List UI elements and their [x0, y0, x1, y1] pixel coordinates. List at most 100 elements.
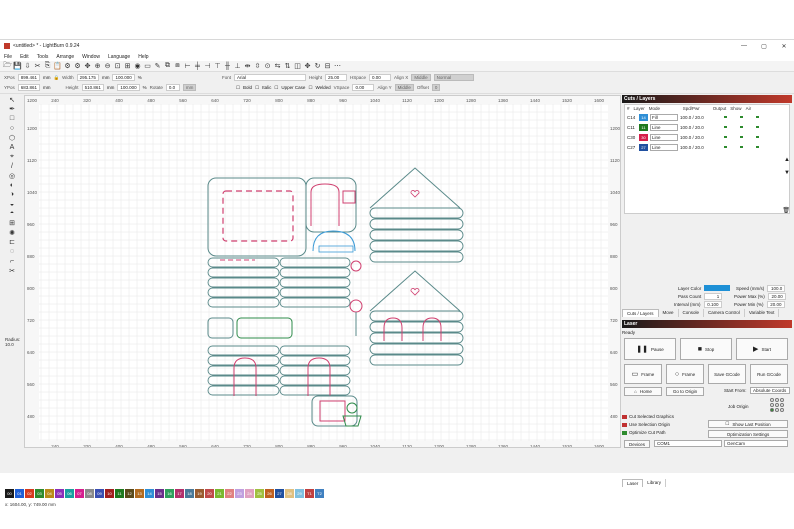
start-from-select[interactable]: Absolute Coords — [750, 387, 790, 394]
layer-show-toggle[interactable] — [739, 115, 744, 119]
job-origin-grid[interactable] — [770, 398, 784, 412]
layer-air-toggle[interactable] — [755, 135, 760, 139]
layer-mode-select[interactable]: Fill — [650, 113, 678, 121]
hspace-field[interactable]: 0.00 — [369, 74, 392, 81]
frame-rect-button[interactable]: ▭ Frame — [624, 364, 662, 384]
layer-color-chip[interactable]: 27 — [639, 143, 648, 151]
italic-checkbox[interactable]: ☐ — [255, 85, 259, 91]
nudge-icon[interactable]: ⋯ — [333, 62, 342, 71]
palette-swatch-28[interactable]: 28 — [285, 489, 294, 498]
maximize-button[interactable]: ▢ — [754, 43, 774, 50]
width-percent-field[interactable]: 100.000 — [112, 74, 135, 81]
corner-icon[interactable]: ⌐ — [7, 257, 17, 266]
settings-icon[interactable]: ⚙ — [63, 62, 72, 71]
layer-color-swatch[interactable] — [704, 285, 731, 291]
down-arrow-icon[interactable]: ▼ — [784, 170, 790, 176]
layer-output-toggle[interactable] — [723, 135, 728, 139]
origin-radio[interactable] — [770, 408, 774, 412]
palette-swatch-11[interactable]: 11 — [115, 489, 124, 498]
home-button[interactable]: ⌂ Home — [624, 387, 662, 396]
cut-icon[interactable]: ✂ — [33, 62, 42, 71]
import-icon[interactable]: ⇩ — [23, 62, 32, 71]
rotate-field[interactable]: 0.0 — [165, 84, 180, 91]
target-icon[interactable]: ⊙ — [263, 62, 272, 71]
close-button[interactable]: ✕ — [774, 43, 794, 50]
layer-mode-select[interactable]: Line — [650, 133, 678, 141]
ungroup-icon[interactable]: ⧈ — [173, 62, 182, 71]
use-selection-origin-checkbox[interactable] — [622, 422, 627, 427]
stop-button[interactable]: ■ Stop — [680, 338, 732, 360]
palette-swatch-19[interactable]: 19 — [195, 489, 204, 498]
menu-arrange[interactable]: Arrange — [56, 54, 74, 60]
layer-air-toggle[interactable] — [755, 125, 760, 129]
up-arrow-icon[interactable]: ▲ — [784, 157, 790, 163]
layer-output-toggle[interactable] — [723, 145, 728, 149]
cut-selected-checkbox[interactable] — [622, 414, 627, 419]
offset-field[interactable]: 0 — [431, 84, 441, 91]
origin-radio[interactable] — [770, 403, 774, 407]
palette-swatch-06[interactable]: 06 — [65, 489, 74, 498]
measure-icon[interactable]: / — [7, 162, 17, 171]
palette-swatch-23[interactable]: 23 — [235, 489, 244, 498]
palette-swatch-14[interactable]: 14 — [145, 489, 154, 498]
canvas-svg[interactable]: 1200 240 240 320 320 400 400 480 480 560 560 640 640… — [25, 96, 621, 448]
menu-window[interactable]: Window — [82, 54, 100, 60]
palette-swatch-17[interactable]: 17 — [175, 489, 184, 498]
palette-swatch-20[interactable]: 20 — [205, 489, 214, 498]
speed-field[interactable]: 100.0 — [767, 285, 786, 292]
tab-laser[interactable]: Laser — [622, 479, 644, 487]
distribute-h-icon[interactable]: ⇹ — [243, 62, 252, 71]
xpos-field[interactable]: 899.461 — [17, 74, 41, 81]
zoom-frame-icon[interactable]: ⊡ — [113, 62, 122, 71]
gear-icon[interactable]: ⚙ — [73, 62, 82, 71]
units-button[interactable]: mm — [182, 84, 197, 91]
normal-select[interactable]: Normal — [433, 74, 474, 81]
go-to-origin-button[interactable]: Go to Origin — [666, 387, 704, 396]
height-percent-field[interactable]: 100.000 — [117, 84, 140, 91]
palette-swatch-05[interactable]: 05 — [55, 489, 64, 498]
distribute-v-icon[interactable]: ⇳ — [253, 62, 262, 71]
circular-array-icon[interactable]: ✺ — [7, 228, 17, 237]
tab-move[interactable]: Move — [659, 309, 679, 317]
power-max-field[interactable]: 20.00 — [767, 293, 786, 300]
palette-swatch-12[interactable]: 12 — [125, 489, 134, 498]
lock-icon[interactable]: 🔒 — [54, 75, 60, 81]
rectangle-icon[interactable]: □ — [7, 114, 17, 123]
menu-file[interactable]: File — [4, 54, 12, 60]
save-icon[interactable]: 💾 — [13, 62, 22, 71]
port-select[interactable]: COM1 — [654, 440, 722, 447]
width-field[interactable]: 295.175 — [76, 74, 99, 81]
pass-count-field[interactable]: 1 — [704, 293, 723, 300]
palette-swatch-24[interactable]: 24 — [245, 489, 254, 498]
edit-nodes-icon[interactable]: ✒ — [7, 105, 17, 114]
palette-swatch-02[interactable]: 02 — [25, 489, 34, 498]
mirror-icon[interactable]: ◫ — [293, 62, 302, 71]
dock-icon[interactable]: ⊟ — [323, 62, 332, 71]
trace-icon[interactable]: ✎ — [153, 62, 162, 71]
palette-swatch-T1[interactable]: T1 — [305, 489, 314, 498]
align-middle-icon[interactable]: ╫ — [223, 62, 232, 71]
height-field[interactable]: 510.861 — [81, 84, 104, 91]
tab-camera-control[interactable]: Camera Control — [704, 309, 745, 317]
zoom-in-icon[interactable]: ⊕ — [93, 62, 102, 71]
cut-layer-row[interactable]: C11 11 Line 100.0 / 20.0 — [625, 122, 789, 132]
palette-swatch-22[interactable]: 22 — [225, 489, 234, 498]
tab-icon[interactable]: ⊏ — [7, 238, 17, 247]
palette-swatch-15[interactable]: 15 — [155, 489, 164, 498]
break-icon[interactable]: ✂ — [7, 266, 17, 275]
select-icon[interactable]: ↖ — [7, 95, 17, 104]
palette-swatch-13[interactable]: 13 — [135, 489, 144, 498]
flip-v-icon[interactable]: ⇅ — [283, 62, 292, 71]
weld-icon[interactable]: ◐ — [7, 181, 17, 190]
power-min-field[interactable]: 20.00 — [766, 301, 785, 308]
zoom-out-icon[interactable]: ⊖ — [103, 62, 112, 71]
boolean-intersect-icon[interactable]: ◓ — [7, 209, 17, 218]
tab-cuts-layers[interactable]: Cuts / Layers — [622, 309, 659, 317]
cut-layer-row[interactable]: C14 14 Fill 100.0 / 20.0 — [625, 112, 789, 122]
palette-swatch-21[interactable]: 21 — [215, 489, 224, 498]
upper-case-checkbox[interactable]: ☐ — [274, 85, 278, 91]
layer-output-toggle[interactable] — [723, 125, 728, 129]
palette-swatch-04[interactable]: 04 — [45, 489, 54, 498]
align-center-icon[interactable]: ╪ — [193, 62, 202, 71]
palette-swatch-00[interactable]: 00 — [5, 489, 14, 498]
